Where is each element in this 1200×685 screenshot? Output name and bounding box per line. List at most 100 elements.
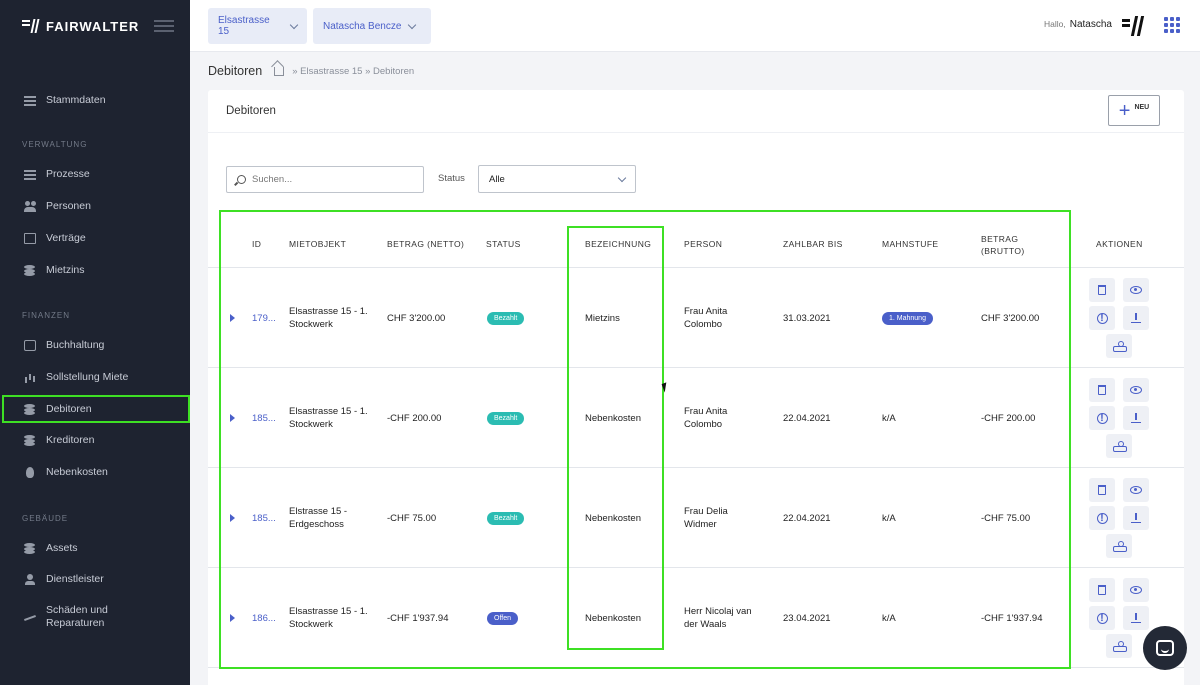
download-button[interactable] (1123, 606, 1149, 630)
expand-icon[interactable] (230, 314, 235, 322)
flame-icon (24, 466, 36, 478)
payment-button[interactable] (1106, 434, 1132, 458)
view-button[interactable] (1123, 278, 1149, 302)
download-button[interactable] (1123, 506, 1149, 530)
section-finanzen: FINANZEN (22, 311, 70, 320)
row-bezeichnung: Mietzins (585, 313, 620, 324)
col-zahlbar-bis[interactable]: ZAHLBAR BIS (783, 239, 843, 249)
table-row[interactable]: 186... Elsastrasse 15 - 1. Stockwerk -CH… (208, 568, 1184, 668)
chat-button[interactable] (1143, 626, 1187, 670)
sidebar-item-dienstleister[interactable]: Dienstleister (0, 566, 190, 592)
sidebar-item-sollstellung-miete[interactable]: Sollstellung Miete (0, 364, 190, 390)
sidebar-item-label: Dienstleister (46, 573, 104, 585)
brand-logo[interactable]: FAIRWALTER (22, 19, 139, 34)
info-button[interactable]: ! (1089, 606, 1115, 630)
row-betrag-brutto: -CHF 1'937.94 (981, 613, 1043, 624)
sidebar-item-nebenkosten[interactable]: Nebenkosten (0, 459, 190, 485)
home-icon[interactable] (274, 66, 285, 76)
sidebar-item-stammdaten[interactable]: Stammdaten (0, 87, 190, 113)
download-icon (1131, 512, 1141, 524)
hand-coin-icon (1113, 541, 1127, 552)
contract-icon (24, 232, 36, 244)
table-row[interactable]: 185... Elsastrasse 15 - 1. Stockwerk -CH… (208, 368, 1184, 468)
sidebar-item-mietzins[interactable]: Mietzins (0, 257, 190, 283)
apps-grid-icon[interactable] (1164, 17, 1180, 33)
sidebar-item-label: Sollstellung Miete (46, 371, 129, 383)
row-person: Frau Anita Colombo (684, 306, 728, 330)
sidebar-item-assets[interactable]: Assets (0, 535, 190, 561)
download-button[interactable] (1123, 406, 1149, 430)
row-mahnstufe: k/A (882, 513, 896, 524)
breadcrumb-trail[interactable]: » Elsastrasse 15 » Debitoren (292, 66, 414, 77)
info-icon: ! (1096, 612, 1108, 624)
expand-icon[interactable] (230, 614, 235, 622)
sidebar-item-buchhaltung[interactable]: Buchhaltung (0, 332, 190, 358)
delete-button[interactable] (1089, 578, 1115, 602)
row-mietobjekt: Elsastrasse 15 - 1. Stockwerk (289, 306, 368, 330)
delete-button[interactable] (1089, 278, 1115, 302)
property-selector[interactable]: Elsastrasse 15 (208, 8, 307, 44)
menu-toggle-icon[interactable] (154, 20, 174, 32)
info-button[interactable]: ! (1089, 306, 1115, 330)
col-betrag-netto[interactable]: BETRAG (NETTO) (387, 239, 464, 249)
col-person[interactable]: PERSON (684, 239, 722, 249)
view-button[interactable] (1123, 578, 1149, 602)
row-mietobjekt: Elstrasse 15 - Erdgeschoss (289, 506, 348, 530)
new-button[interactable]: + NEU (1108, 95, 1160, 126)
row-id[interactable]: 185... (252, 412, 276, 425)
sidebar-item-label: Kreditoren (46, 434, 95, 446)
eye-icon (1130, 386, 1142, 394)
view-button[interactable] (1123, 478, 1149, 502)
card-title: Debitoren (226, 105, 276, 117)
hand-coin-icon (1113, 441, 1127, 452)
col-bezeichnung[interactable]: BEZEICHNUNG (585, 239, 651, 249)
payment-button[interactable] (1106, 534, 1132, 558)
hand-coin-icon (1113, 341, 1127, 352)
table-row[interactable]: 179... Elsastrasse 15 - 1. Stockwerk CHF… (208, 268, 1184, 368)
row-zahlbar-bis: 31.03.2021 (783, 313, 831, 324)
row-mahnstufe: k/A (882, 613, 896, 624)
search-input[interactable]: Suchen... (226, 166, 424, 193)
sidebar-item-personen[interactable]: Personen (0, 193, 190, 219)
sidebar-item-vertraege[interactable]: Verträge (0, 225, 190, 251)
col-mietobjekt[interactable]: MIETOBJEKT (289, 239, 346, 249)
row-id[interactable]: 186... (252, 612, 276, 625)
sidebar-item-prozesse[interactable]: Prozesse (0, 161, 190, 187)
table-row[interactable]: 185... Elstrasse 15 - Erdgeschoss -CHF 7… (208, 468, 1184, 568)
trash-icon (1098, 385, 1106, 395)
col-betrag-brutto[interactable]: BETRAG (BRUTTO) (981, 233, 1041, 257)
status-badge: Bezahlt (487, 312, 525, 325)
sidebar-item-label: Buchhaltung (46, 339, 105, 351)
trash-icon (1098, 585, 1106, 595)
col-status[interactable]: STATUS (486, 239, 521, 249)
info-button[interactable]: ! (1089, 406, 1115, 430)
sidebar-item-label: Mietzins (46, 264, 85, 276)
col-id[interactable]: ID (252, 239, 261, 249)
download-icon (1131, 612, 1141, 624)
delete-button[interactable] (1089, 378, 1115, 402)
download-button[interactable] (1123, 306, 1149, 330)
row-id[interactable]: 185... (252, 512, 276, 525)
status-filter-select[interactable]: Alle (478, 165, 636, 193)
greeting-prefix: Hallo, (1044, 19, 1066, 29)
hand-coin-icon (1113, 641, 1127, 652)
card-header: Debitoren (208, 90, 1184, 133)
payment-button[interactable] (1106, 634, 1132, 658)
delete-button[interactable] (1089, 478, 1115, 502)
sidebar-item-schaeden[interactable]: Schäden und Reparaturen (0, 602, 190, 632)
status-badge: Bezahlt (487, 412, 525, 425)
payment-button[interactable] (1106, 334, 1132, 358)
brand: FAIRWALTER (0, 0, 190, 52)
sidebar-item-kreditoren[interactable]: Kreditoren (0, 427, 190, 453)
info-button[interactable]: ! (1089, 506, 1115, 530)
list-icon (24, 169, 36, 180)
sidebar-item-debitoren[interactable]: Debitoren (2, 395, 190, 423)
expand-icon[interactable] (230, 514, 235, 522)
user-selector[interactable]: Natascha Bencze (313, 8, 431, 44)
user-logo-icon[interactable] (1122, 16, 1144, 36)
col-mahnstufe[interactable]: MAHNSTUFE (882, 239, 939, 249)
expand-icon[interactable] (230, 414, 235, 422)
sidebar-item-label: Verträge (46, 232, 86, 244)
row-id[interactable]: 179... (252, 312, 276, 325)
view-button[interactable] (1123, 378, 1149, 402)
